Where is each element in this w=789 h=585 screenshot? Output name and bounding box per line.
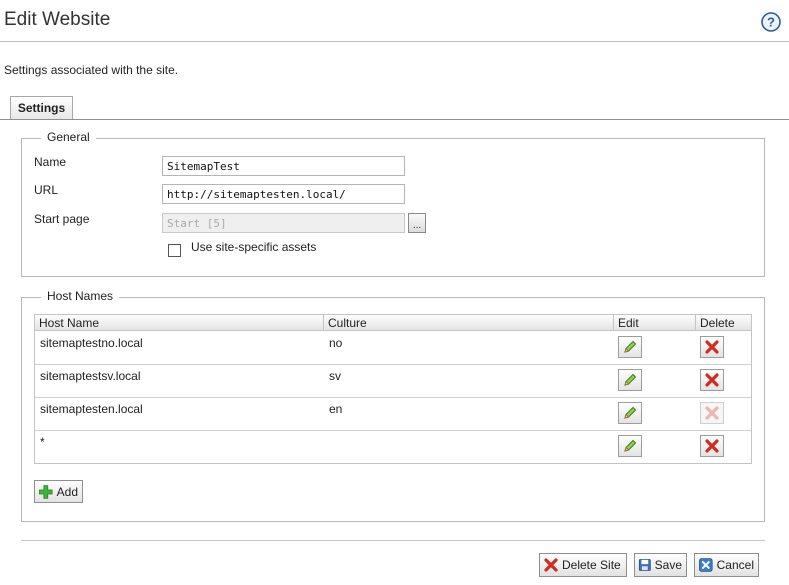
host-name-cell: sitemaptesten.local [40, 402, 143, 416]
delete-button[interactable] [700, 369, 724, 391]
svg-text:?: ? [767, 15, 775, 30]
name-label: Name [34, 155, 67, 169]
host-name-cell: sitemaptestsv.local [40, 369, 141, 383]
add-button-label: Add [56, 484, 78, 499]
save-label: Save [654, 558, 682, 572]
cancel-label: Cancel [716, 558, 754, 572]
table-row: sitemaptestsv.local sv [35, 365, 751, 398]
delete-button-disabled [700, 402, 724, 424]
host-names-table: Host Name Culture Edit Delete sitemaptes… [34, 314, 752, 464]
page-description: Settings associated with the site. [4, 63, 179, 77]
red-x-icon [705, 373, 719, 387]
red-x-icon [705, 439, 719, 453]
name-input[interactable] [162, 156, 405, 176]
column-header-delete: Delete [700, 316, 735, 330]
pencil-icon [624, 406, 637, 419]
add-host-button[interactable]: Add [34, 480, 83, 503]
url-label: URL [34, 183, 59, 197]
start-page-label: Start page [34, 212, 90, 226]
floppy-disk-icon [638, 559, 651, 571]
tab-divider [0, 119, 789, 120]
tab-settings[interactable]: Settings [10, 96, 73, 120]
start-page-input [162, 213, 405, 233]
help-icon[interactable]: ? [761, 12, 781, 32]
column-header-culture: Culture [324, 315, 614, 331]
edit-button[interactable] [618, 336, 642, 358]
delete-button[interactable] [700, 336, 724, 358]
host-name-cell: sitemaptestno.local [40, 336, 143, 350]
page-title: Edit Website [4, 9, 111, 30]
table-header: Host Name Culture Edit Delete [35, 315, 751, 331]
url-input[interactable] [162, 184, 405, 204]
table-row: sitemaptestno.local no [35, 332, 751, 365]
edit-button[interactable] [618, 435, 642, 457]
title-divider [0, 41, 789, 42]
host-names-legend: Host Names [41, 289, 120, 303]
table-row: * [35, 431, 751, 464]
red-x-icon [544, 558, 558, 572]
column-header-edit: Edit [614, 315, 696, 331]
edit-button[interactable] [618, 402, 642, 424]
host-name-cell: * [40, 435, 45, 449]
pencil-icon [624, 340, 637, 353]
save-button[interactable]: Save [634, 553, 687, 577]
red-x-icon [705, 406, 719, 420]
red-x-icon [705, 340, 719, 354]
pencil-icon [624, 439, 637, 452]
site-assets-label: Use site-specific assets [191, 240, 317, 254]
table-row: sitemaptesten.local en [35, 398, 751, 431]
delete-site-button[interactable]: Delete Site [539, 553, 627, 577]
pencil-icon [624, 373, 637, 386]
edit-button[interactable] [618, 369, 642, 391]
cancel-button[interactable]: Cancel [694, 553, 759, 577]
browse-button[interactable]: ... [408, 213, 426, 233]
general-legend: General [41, 130, 96, 144]
delete-button[interactable] [700, 435, 724, 457]
culture-cell: sv [329, 369, 341, 383]
footer-divider [21, 540, 765, 541]
culture-cell: en [329, 402, 343, 416]
blue-x-icon [699, 558, 713, 572]
site-assets-checkbox[interactable] [168, 244, 181, 257]
green-plus-icon [39, 484, 53, 499]
delete-site-label: Delete Site [562, 558, 621, 572]
culture-cell: no [329, 336, 343, 350]
column-header-host-name: Host Name [35, 315, 324, 331]
